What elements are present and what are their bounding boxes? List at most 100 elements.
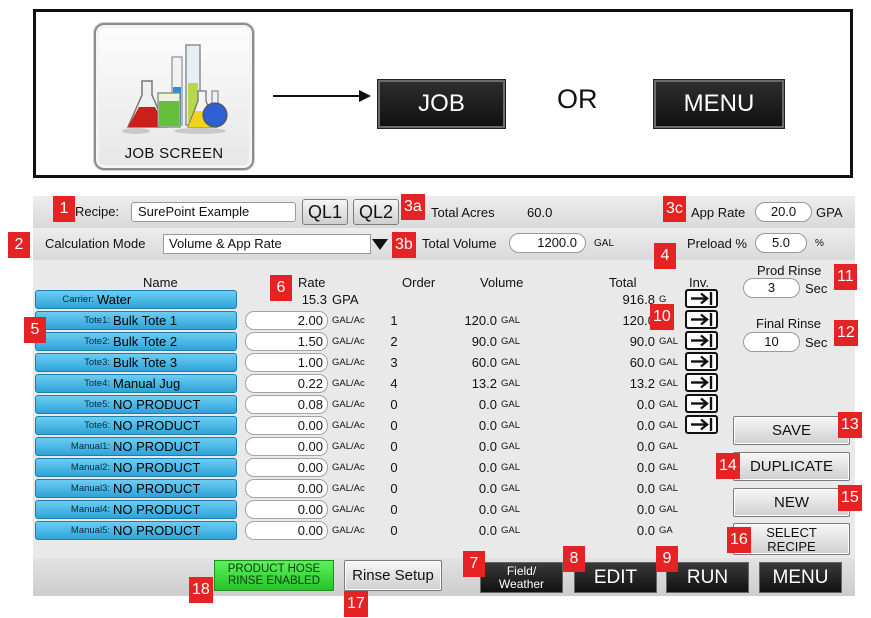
- prod-rinse-unit: Sec: [805, 281, 828, 296]
- product-order: 0: [390, 439, 398, 454]
- product-order: 2: [390, 334, 398, 349]
- dropdown-arrow-icon[interactable]: [372, 239, 388, 250]
- product-button[interactable]: Manual5: NO PRODUCT: [35, 521, 237, 540]
- product-rate-unit: GAL/Ac: [332, 399, 365, 410]
- edit-button[interactable]: EDIT: [574, 562, 657, 593]
- product-total: 0.0: [636, 460, 655, 475]
- product-volume-unit: GAL: [501, 504, 521, 515]
- prod-rinse-field[interactable]: 3: [743, 278, 800, 298]
- product-button[interactable]: Manual1: NO PRODUCT: [35, 437, 237, 456]
- inventory-arrow-icon: [691, 418, 713, 431]
- product-rate-field[interactable]: 0.00: [245, 479, 328, 498]
- product-button[interactable]: Tote6: NO PRODUCT: [35, 416, 237, 435]
- app-rate-field[interactable]: 20.0: [755, 202, 812, 222]
- product-button[interactable]: Manual3: NO PRODUCT: [35, 479, 237, 498]
- product-row: Manual3: NO PRODUCT 0.00 GAL/Ac 0 0.0 GAL 0.0 GA…: [33, 478, 683, 499]
- carrier-button[interactable]: Carrier: Water: [35, 290, 237, 309]
- total-volume-unit: GAL: [594, 238, 615, 249]
- product-order: 0: [390, 418, 398, 433]
- product-name: NO PRODUCT: [113, 523, 201, 538]
- product-rate-field[interactable]: 2.00: [245, 311, 328, 330]
- product-total: 120.0: [622, 313, 655, 328]
- final-rinse-field[interactable]: 10: [743, 332, 800, 352]
- job-screen-icon[interactable]: JOB SCREEN: [94, 23, 254, 170]
- product-name: Bulk Tote 2: [113, 334, 178, 349]
- marker-17: 17: [344, 591, 368, 617]
- save-button[interactable]: SAVE: [733, 416, 850, 445]
- product-rate-field[interactable]: 0.00: [245, 458, 328, 477]
- product-name: NO PRODUCT: [113, 481, 201, 496]
- preload-field[interactable]: 5.0: [755, 233, 807, 253]
- ql1-button[interactable]: QL1: [302, 199, 348, 225]
- app-rate-label: App Rate: [691, 205, 746, 220]
- inventory-button[interactable]: [685, 415, 718, 434]
- product-total: 60.0: [629, 355, 655, 370]
- col-volume: Volume: [480, 275, 524, 290]
- product-order: 0: [390, 523, 398, 538]
- col-order: Order: [402, 275, 436, 290]
- calc-mode-label: Calculation Mode: [45, 236, 146, 251]
- job-button[interactable]: JOB: [378, 80, 505, 128]
- product-rate-field[interactable]: 0.08: [245, 395, 328, 414]
- product-tag: Tote1:: [84, 315, 110, 326]
- product-order: 1: [390, 313, 398, 328]
- calc-mode-select[interactable]: Volume & App Rate: [163, 234, 371, 254]
- new-button[interactable]: NEW: [733, 488, 850, 517]
- product-button[interactable]: Tote3: Bulk Tote 3: [35, 353, 237, 372]
- product-row: Tote5: NO PRODUCT 0.08 GAL/Ac 0 0.0 GAL 0.0 GAL: [33, 394, 683, 415]
- product-total-unit: GAL: [659, 462, 679, 473]
- carrier-total: 916.8: [622, 292, 655, 307]
- final-rinse-label: Final Rinse: [756, 316, 822, 331]
- total-volume-label: Total Volume: [422, 236, 497, 251]
- product-tag: Manual3:: [70, 483, 110, 494]
- product-button[interactable]: Manual4: NO PRODUCT: [35, 500, 237, 519]
- product-rate-field[interactable]: 1.50: [245, 332, 328, 351]
- inventory-button[interactable]: [685, 373, 718, 392]
- product-rate-field[interactable]: 0.22: [245, 374, 328, 393]
- product-rate-field[interactable]: 0.00: [245, 437, 328, 456]
- inventory-button[interactable]: [685, 394, 718, 413]
- marker-10: 10: [650, 304, 674, 330]
- job-screen-label: JOB SCREEN: [124, 145, 224, 162]
- run-button[interactable]: RUN: [666, 562, 749, 593]
- menu-button-example[interactable]: MENU: [654, 80, 784, 128]
- recipe-label: Recipe:: [75, 204, 120, 219]
- product-tag: Manual1:: [70, 441, 110, 452]
- product-button[interactable]: Manual2: NO PRODUCT: [35, 458, 237, 477]
- marker-1: 1: [53, 196, 75, 222]
- product-hose-rinse-enabled-button[interactable]: PRODUCT HOSE RINSE ENABLED: [214, 560, 334, 591]
- recipe-field[interactable]: SurePoint Example: [131, 202, 296, 222]
- product-total: 0.0: [636, 418, 655, 433]
- product-volume: 0.0: [478, 502, 497, 517]
- product-button[interactable]: Tote1: Bulk Tote 1: [35, 311, 237, 330]
- product-rate-field[interactable]: 0.00: [245, 500, 328, 519]
- product-volume: 13.2: [471, 376, 497, 391]
- inventory-button[interactable]: [685, 289, 718, 308]
- inventory-button[interactable]: [685, 310, 718, 329]
- rinse-setup-button[interactable]: Rinse Setup: [344, 560, 442, 591]
- inventory-button[interactable]: [685, 352, 718, 371]
- total-volume-field[interactable]: 1200.0: [509, 233, 586, 253]
- product-rate-field[interactable]: 1.00: [245, 353, 328, 372]
- product-name: Manual Jug: [113, 376, 181, 391]
- product-total-unit: GAL: [659, 399, 679, 410]
- product-rate-field[interactable]: 0.00: [245, 521, 328, 540]
- product-rate-field[interactable]: 0.00: [245, 416, 328, 435]
- ql2-button[interactable]: QL2: [353, 199, 399, 225]
- product-tag: Tote6:: [84, 420, 110, 431]
- field-weather-button[interactable]: Field/ Weather: [480, 562, 563, 593]
- marker-13: 13: [838, 412, 862, 438]
- product-volume: 0.0: [478, 523, 497, 538]
- duplicate-button[interactable]: DUPLICATE: [733, 452, 850, 481]
- inventory-button[interactable]: [685, 331, 718, 350]
- product-button[interactable]: Tote5: NO PRODUCT: [35, 395, 237, 414]
- menu-button[interactable]: MENU: [759, 562, 842, 593]
- product-button[interactable]: Tote4: Manual Jug: [35, 374, 237, 393]
- product-total-unit: GAL: [659, 357, 679, 368]
- product-name: NO PRODUCT: [113, 439, 201, 454]
- product-total-unit: GAL: [659, 420, 679, 431]
- product-button[interactable]: Tote2: Bulk Tote 2: [35, 332, 237, 351]
- marker-5: 5: [24, 317, 46, 343]
- product-row: Tote4: Manual Jug 0.22 GAL/Ac 4 13.2 GAL 13.2 GA…: [33, 373, 683, 394]
- product-volume: 60.0: [471, 355, 497, 370]
